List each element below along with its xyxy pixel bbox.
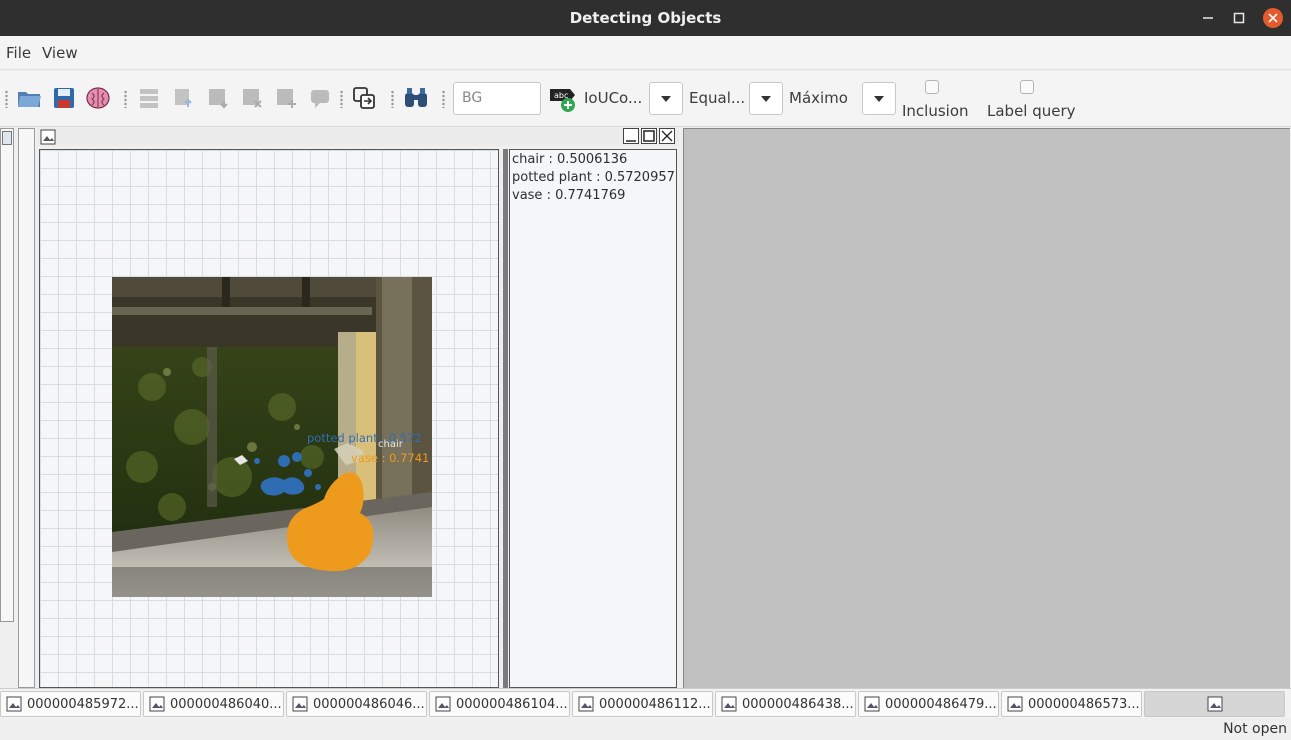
image-tab[interactable]: 000000486046....: [286, 691, 427, 717]
brain-model-icon[interactable]: [85, 85, 111, 111]
inclusion-checkbox[interactable]: [925, 80, 939, 94]
database-icon[interactable]: [136, 85, 162, 111]
save-icon[interactable]: [51, 85, 77, 111]
image-tab-bar: 000000485972.... 000000486040.... 000000…: [0, 688, 1291, 718]
result-item[interactable]: potted plant : 0.5720957: [512, 169, 675, 187]
chevron-down-icon: [761, 95, 771, 102]
window-title: Detecting Objects: [569, 9, 722, 27]
toolbar-grip[interactable]: [340, 90, 343, 108]
chair-detection-label: chair: [378, 439, 403, 450]
image-view-dock: potted plant : 0.572 chair vase : 0.7741…: [37, 128, 679, 688]
image-icon: [864, 696, 880, 712]
image-tab[interactable]: 000000486104....: [429, 691, 570, 717]
image-tab[interactable]: 000000486573....: [1001, 691, 1142, 717]
image-tab[interactable]: 000000485972....: [0, 691, 141, 717]
image-icon: [721, 696, 737, 712]
dock-maximize-icon[interactable]: [641, 128, 657, 144]
open-folder-icon[interactable]: [17, 85, 43, 111]
image-icon: [149, 696, 165, 712]
detection-results-list: chair : 0.5006136 potted plant : 0.57209…: [509, 149, 677, 688]
chevron-down-icon: [874, 95, 884, 102]
equality-combo-label: Equal...: [689, 89, 746, 107]
image-icon: [1007, 696, 1023, 712]
equality-dropdown[interactable]: [749, 82, 783, 115]
dock-header: [37, 128, 679, 146]
toolbar: BG abc IoUCo... Equal... Máximo Inclusio…: [0, 71, 1291, 127]
chevron-down-icon: [661, 95, 671, 102]
comment-icon[interactable]: [307, 85, 333, 111]
menu-view[interactable]: View: [42, 44, 78, 62]
left-dock: [0, 128, 36, 688]
status-bar: Not open: [0, 718, 1291, 740]
image-tab-active[interactable]: [1144, 691, 1285, 717]
image-tab-label: 000000486479....: [885, 696, 999, 712]
image-tab[interactable]: 000000486438....: [715, 691, 856, 717]
inclusion-label: Inclusion: [902, 102, 969, 120]
image-tab-label: 000000486112....: [599, 696, 713, 712]
upload-icon[interactable]: [171, 85, 197, 111]
vase-detection-label: vase : 0.7741: [351, 451, 430, 465]
image-icon: [2, 131, 12, 145]
iou-dropdown[interactable]: [649, 82, 683, 115]
image-tab[interactable]: 000000486112....: [572, 691, 713, 717]
remove-image-icon[interactable]: [239, 85, 265, 111]
add-image-icon[interactable]: [205, 85, 231, 111]
title-bar: Detecting Objects: [0, 0, 1291, 36]
view-splitter[interactable]: [503, 149, 508, 688]
left-dock-panel[interactable]: [0, 128, 14, 622]
label-query-checkbox[interactable]: [1020, 80, 1034, 94]
status-text: Not open: [1223, 721, 1287, 737]
toolbar-grip[interactable]: [124, 90, 127, 108]
add-box-icon[interactable]: [273, 85, 299, 111]
toolbar-grip[interactable]: [5, 90, 8, 108]
potted-plant-detection-label: potted plant : 0.572: [307, 431, 422, 445]
left-dock-panel-2[interactable]: [18, 128, 35, 688]
right-empty-panel: [683, 128, 1290, 688]
background-label-input[interactable]: BG: [453, 82, 541, 115]
image-tab-label: 000000486104....: [456, 696, 570, 712]
minimize-icon[interactable]: [1198, 8, 1218, 28]
maximo-combo-label: Máximo: [789, 89, 848, 107]
menu-file[interactable]: File: [6, 44, 31, 62]
image-canvas[interactable]: potted plant : 0.572 chair vase : 0.7741: [39, 149, 499, 688]
image-icon: [578, 696, 594, 712]
image-icon: [1207, 696, 1222, 712]
label-query-label: Label query: [987, 102, 1076, 120]
compare-icon[interactable]: [351, 85, 377, 111]
image-icon: [6, 696, 22, 712]
menu-bar: File View: [0, 36, 1291, 70]
binoculars-icon[interactable]: [403, 85, 429, 111]
result-item[interactable]: chair : 0.5006136: [512, 151, 674, 169]
image-icon: [292, 696, 308, 712]
image-tab-label: 000000485972....: [27, 696, 141, 712]
dock-minimize-icon[interactable]: [623, 128, 639, 144]
add-label-icon[interactable]: abc: [547, 83, 577, 113]
image-tab-label: 000000486573....: [1028, 696, 1142, 712]
maximize-icon[interactable]: [1229, 8, 1249, 28]
image-tab-label: 000000486040....: [170, 696, 284, 712]
image-icon: [435, 696, 451, 712]
toolbar-grip[interactable]: [442, 90, 445, 108]
image-tab-label: 000000486438....: [742, 696, 856, 712]
iou-combo-label: IoUCo...: [584, 89, 643, 107]
result-item[interactable]: vase : 0.7741769: [512, 187, 674, 205]
image-tab[interactable]: 000000486479....: [858, 691, 999, 717]
maximo-dropdown[interactable]: [862, 82, 896, 115]
dock-close-icon[interactable]: [659, 128, 675, 144]
toolbar-grip[interactable]: [391, 90, 394, 108]
image-tab-label: 000000486046....: [313, 696, 427, 712]
close-icon[interactable]: [1263, 8, 1283, 28]
image-tab[interactable]: 000000486040....: [143, 691, 284, 717]
image-icon: [40, 129, 56, 145]
